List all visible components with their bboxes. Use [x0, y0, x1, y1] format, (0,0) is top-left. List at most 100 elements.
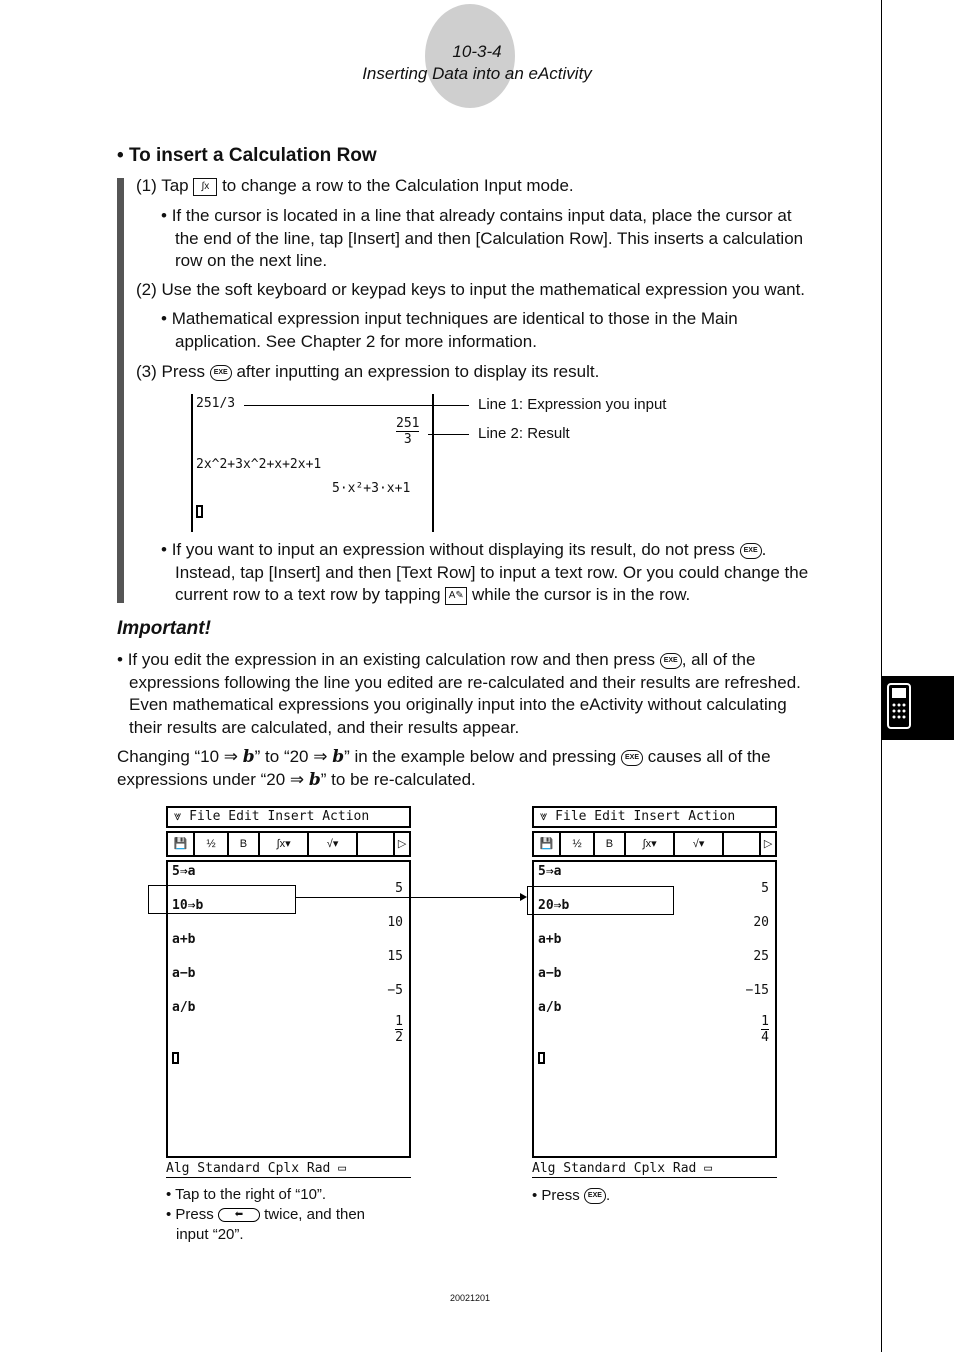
sqrt-icon[interactable]: √▾ — [675, 833, 725, 855]
calc-row-icon[interactable]: ∫x▾ — [260, 833, 310, 855]
save-icon[interactable]: 💾 — [534, 833, 562, 855]
step-1-bullet: • If the cursor is located in a line tha… — [161, 206, 804, 270]
step-1-suffix: to change a row to the Calculation Input… — [222, 176, 574, 195]
calc-input-row[interactable]: 5⇒a — [538, 864, 561, 879]
exe-key-icon: EXE — [209, 364, 232, 381]
calc-row-icon: ∫x — [193, 177, 218, 196]
calc-result: 20 — [753, 915, 769, 930]
bold-button[interactable]: B — [595, 833, 627, 855]
calc-result: 5 — [761, 881, 769, 896]
important-heading: Important! — [117, 618, 211, 639]
calculator-after: ⩔ File Edit Insert Action 💾 ½ B ∫x▾ √▾ ▷… — [532, 806, 777, 1178]
example-left-border — [191, 394, 193, 532]
menu-items[interactable]: File Edit Insert Action — [189, 809, 369, 824]
arrow-head-icon — [520, 893, 527, 901]
changing-text-part: causes all of the — [647, 747, 771, 766]
footer-code: 20021201 — [449, 1293, 491, 1303]
step-1: (1) Tap ∫x to change a row to the Calcul… — [136, 175, 574, 198]
battery-icon: ▭ — [338, 1161, 347, 1176]
callout-1: Line 1: Expression you input — [478, 396, 667, 413]
important-line: expressions following the line you edite… — [129, 672, 801, 692]
menu-bar[interactable]: ⩔ File Edit Insert Action — [532, 806, 777, 828]
important-line: Even mathematical expressions you origin… — [129, 695, 787, 714]
toolbar: 💾 ½ B ∫x▾ √▾ ▷ — [532, 831, 777, 857]
cursor — [196, 505, 203, 518]
changing-text-part: ” to “20 ⇒ — [254, 747, 333, 766]
calc-result: 15 — [387, 949, 403, 964]
sqrt-icon[interactable]: √▾ — [309, 833, 359, 855]
menu-bar[interactable]: ⩔ File Edit Insert Action — [166, 806, 411, 828]
caption-line: Press — [175, 1206, 214, 1223]
page-number: 10-3-4 — [452, 42, 502, 61]
section-title-text: To insert a Calculation Row — [128, 145, 377, 166]
calc-input-row[interactable]: 5⇒a — [172, 864, 195, 879]
caption-right: • Press EXE. — [532, 1187, 611, 1205]
changing-text-part: ” in the example below and pressing — [344, 747, 617, 766]
bullet-line: If the cursor is located in a line that … — [171, 206, 792, 225]
menu-icon[interactable]: ⩔ — [540, 809, 547, 824]
highlight-box-after — [527, 886, 674, 915]
bold-button[interactable]: B — [229, 833, 261, 855]
callout-2: Line 2: Result — [478, 425, 570, 442]
step-3-bullet: • If you want to input an expression wit… — [161, 540, 809, 605]
calc-input-row[interactable]: a+b — [538, 932, 561, 947]
example-right-border — [432, 394, 434, 532]
battery-icon: ▭ — [704, 1161, 713, 1176]
caption-line: . — [605, 1187, 611, 1204]
fraction-denominator: 2 — [395, 1030, 403, 1045]
bullet-line: Mathematical expression input techniques… — [171, 309, 738, 328]
status-text: Alg Standard Cplx Rad — [532, 1161, 697, 1176]
changing-text: Changing “10 ⇒ b” to “20 ⇒ b” in the exa… — [117, 746, 771, 791]
example-line-3: 2x^2+3x^2+x+2x+1 — [196, 457, 322, 472]
calc-result: 5 — [395, 881, 403, 896]
example-result-fraction: 251 3 — [396, 416, 420, 447]
important-text: • If you edit the expression in an exist… — [117, 650, 801, 737]
bullet-line: while the cursor is in the row. — [472, 585, 691, 604]
backspace-key-icon: ⬅ — [217, 1208, 260, 1223]
toolbar: 💾 ½ B ∫x▾ √▾ ▷ — [166, 831, 411, 857]
fraction-numerator: 1 — [761, 1014, 769, 1030]
bullet-line: the end of the line, tap [Insert] and th… — [175, 228, 804, 248]
calc-input-row[interactable]: a−b — [172, 966, 195, 981]
toolbar-empty — [724, 833, 762, 855]
scroll-right-icon[interactable]: ▷ — [395, 833, 409, 855]
fraction-denominator: 3 — [403, 432, 412, 447]
step-1-prefix: (1) Tap — [136, 176, 189, 195]
calc-input-row[interactable]: a/b — [172, 1000, 195, 1015]
chapter-tab — [882, 676, 954, 740]
step-3: (3) Press EXE after inputting an express… — [136, 361, 599, 384]
example-line-1: 251/3 — [196, 396, 236, 411]
fraction-numerator: 1 — [395, 1014, 403, 1030]
bullet-line: Instead, tap [Insert] and then [Text Row… — [175, 562, 809, 582]
calc-input-row[interactable]: a/b — [538, 1000, 561, 1015]
step-3-prefix: (3) Press — [136, 362, 205, 381]
var-b: b — [332, 747, 345, 767]
save-icon[interactable]: 💾 — [168, 833, 196, 855]
bullet-line: row on the next line. — [175, 251, 328, 270]
step-2: (2) Use the soft keyboard or keypad keys… — [136, 280, 806, 299]
bullet-line: If you want to input an expression witho… — [171, 540, 735, 559]
calc-result: −15 — [745, 983, 769, 998]
exe-key-icon: EXE — [583, 1188, 606, 1205]
calc-result: 14 — [761, 1014, 769, 1045]
cursor — [172, 1052, 179, 1064]
bullet-line: application. See Chapter 2 for more info… — [175, 331, 537, 351]
var-b: b — [308, 769, 321, 790]
caption-line: twice, and then — [264, 1206, 366, 1223]
section-title: • To insert a Calculation Row — [117, 145, 377, 166]
calc-row-icon[interactable]: ∫x▾ — [626, 833, 676, 855]
fraction-decimal-icon[interactable]: ½ — [195, 833, 229, 855]
calc-result: 12 — [395, 1014, 403, 1045]
step-3-suffix: after inputting an expression to display… — [236, 362, 600, 381]
menu-icon[interactable]: ⩔ — [174, 809, 181, 824]
calc-input-row[interactable]: a−b — [538, 966, 561, 981]
calc-result: 25 — [753, 949, 769, 964]
calc-input-row[interactable]: a+b — [172, 932, 195, 947]
bullet-line: current row to a text row by tapping — [175, 585, 441, 604]
fraction-decimal-icon[interactable]: ½ — [561, 833, 595, 855]
scroll-right-icon[interactable]: ▷ — [761, 833, 775, 855]
menu-items[interactable]: File Edit Insert Action — [555, 809, 735, 824]
toolbar-empty — [358, 833, 396, 855]
exe-key-icon: EXE — [621, 749, 643, 766]
caption-left: • Tap to the right of “10”. • Press ⬅ tw… — [166, 1186, 366, 1243]
